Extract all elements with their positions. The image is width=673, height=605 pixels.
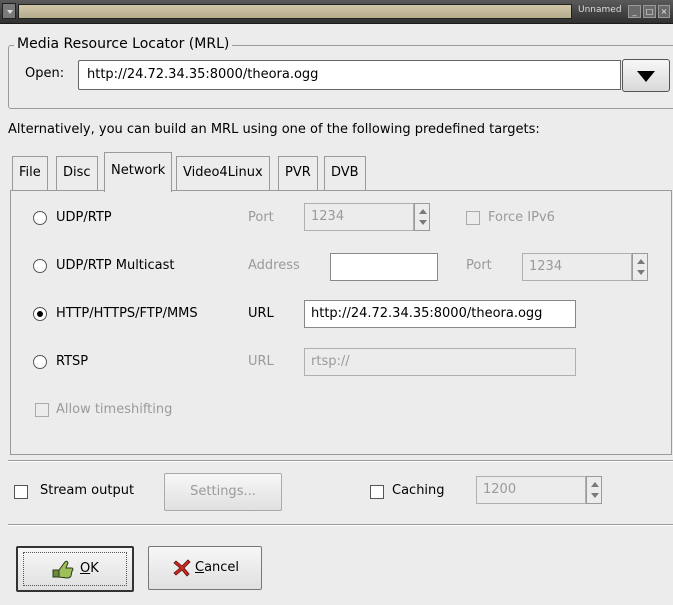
- multicast-address-input[interactable]: [330, 253, 438, 281]
- ok-label: OK: [80, 561, 99, 576]
- open-mrl-input[interactable]: http://24.72.34.35:8000/theora.ogg: [78, 60, 621, 90]
- http-url-input[interactable]: http://24.72.34.35:8000/theora.ogg: [304, 300, 576, 328]
- window-menu-icon[interactable]: [2, 3, 16, 19]
- udp-multicast-label: UDP/RTP Multicast: [56, 258, 175, 273]
- cancel-label: Cancel: [195, 560, 240, 575]
- rtsp-radio[interactable]: [33, 355, 47, 369]
- http-label: HTTP/HTTPS/FTP/MMS: [56, 306, 198, 321]
- multicast-port-input[interactable]: 1234: [522, 253, 632, 281]
- maximize-icon[interactable]: □: [643, 5, 656, 18]
- multicast-port-spinner[interactable]: [632, 253, 648, 281]
- udp-rtp-radio[interactable]: [33, 211, 47, 225]
- separator: [8, 524, 673, 526]
- alternative-hint: Alternatively, you can build an MRL usin…: [8, 122, 540, 137]
- allow-timeshifting-checkbox[interactable]: [35, 403, 49, 417]
- udp-port-input[interactable]: 1234: [304, 203, 414, 231]
- udp-port-label: Port: [248, 210, 274, 225]
- http-url-label: URL: [248, 306, 274, 321]
- multicast-address-label: Address: [248, 258, 300, 273]
- stream-output-label: Stream output: [40, 483, 135, 498]
- minimize-icon[interactable]: _: [628, 5, 641, 18]
- separator: [8, 460, 673, 462]
- settings-button[interactable]: Settings...: [164, 473, 282, 511]
- red-x-icon: [173, 559, 191, 577]
- rtsp-label: RTSP: [56, 354, 89, 369]
- force-ipv6-checkbox[interactable]: [466, 211, 480, 225]
- tab-disc[interactable]: Disc: [56, 156, 98, 190]
- stream-output-checkbox[interactable]: [14, 485, 28, 499]
- ok-button[interactable]: OK: [16, 546, 134, 592]
- mrl-frame-label: Media Resource Locator (MRL): [14, 36, 233, 52]
- close-icon[interactable]: ×: [658, 5, 670, 18]
- tab-file[interactable]: File: [12, 156, 48, 190]
- tab-network[interactable]: Network: [104, 152, 173, 192]
- hand-pointing-check-icon: [52, 560, 74, 579]
- title-bar[interactable]: Unnamed _ □ ×: [0, 0, 673, 24]
- rtsp-url-label: URL: [248, 354, 274, 369]
- mrl-dropdown-button[interactable]: [622, 59, 670, 92]
- caching-label: Caching: [392, 483, 445, 498]
- title-bar-track: [18, 4, 572, 19]
- open-label: Open:: [25, 66, 65, 81]
- udp-port-spinner[interactable]: [414, 203, 430, 231]
- tab-video4linux[interactable]: Video4Linux: [176, 156, 270, 190]
- caching-spinner[interactable]: [586, 476, 602, 504]
- udp-multicast-radio[interactable]: [33, 259, 47, 273]
- caching-checkbox[interactable]: [370, 485, 384, 499]
- http-radio[interactable]: [33, 307, 47, 321]
- udp-rtp-label: UDP/RTP: [56, 210, 112, 225]
- rtsp-url-input[interactable]: rtsp://: [304, 348, 576, 376]
- open-dialog: Unnamed _ □ × Media Resource Locator (MR…: [0, 0, 673, 605]
- force-ipv6-label: Force IPv6: [488, 210, 555, 225]
- cancel-button[interactable]: Cancel: [148, 546, 262, 590]
- tab-dvb[interactable]: DVB: [324, 156, 366, 190]
- tab-pvr[interactable]: PVR: [278, 156, 318, 190]
- allow-timeshifting-label: Allow timeshifting: [56, 402, 173, 417]
- window-title: Unnamed: [578, 5, 622, 15]
- caching-input[interactable]: 1200: [476, 476, 586, 504]
- multicast-port-label: Port: [466, 258, 492, 273]
